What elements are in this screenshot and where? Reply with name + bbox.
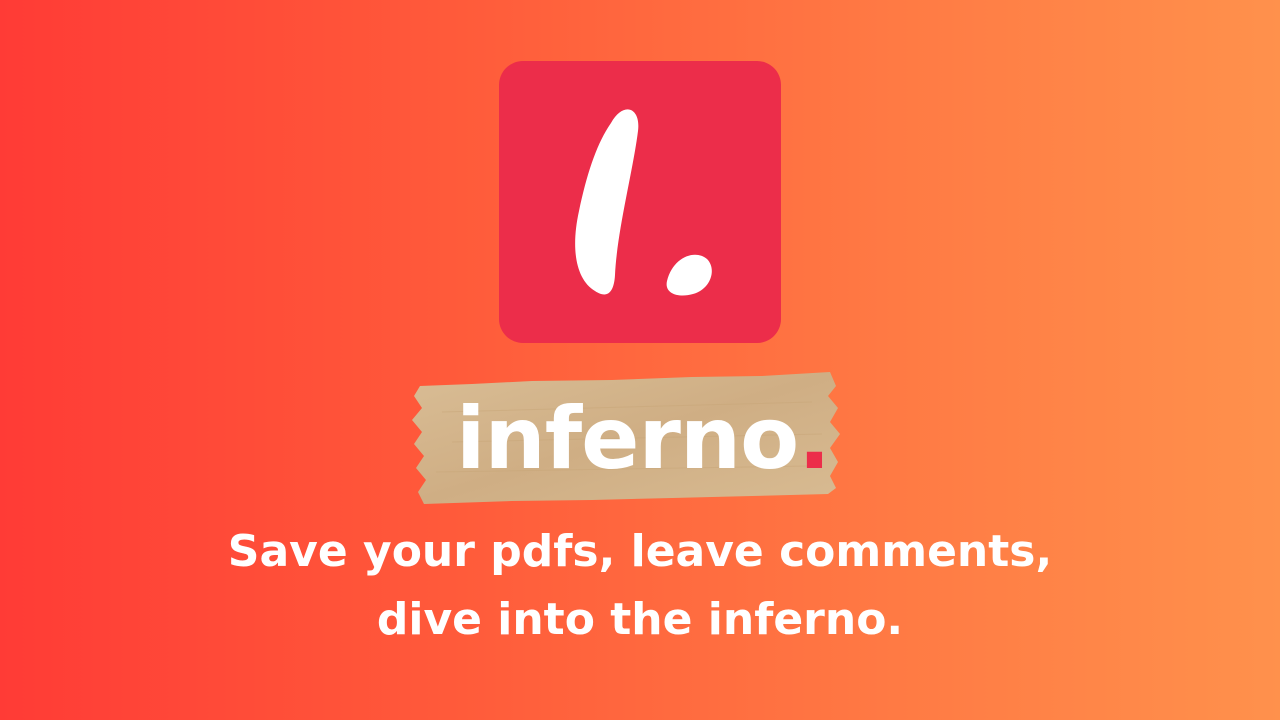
app-logo-icon: [499, 61, 781, 343]
tagline-line-1: Save your pdfs, leave comments,: [227, 526, 1053, 577]
brand-name: inferno.: [456, 384, 831, 494]
tagline-line-2: dive into the inferno.: [376, 594, 904, 645]
brand-name-dot: .: [798, 389, 831, 489]
brand-name-text: inferno: [456, 389, 799, 489]
